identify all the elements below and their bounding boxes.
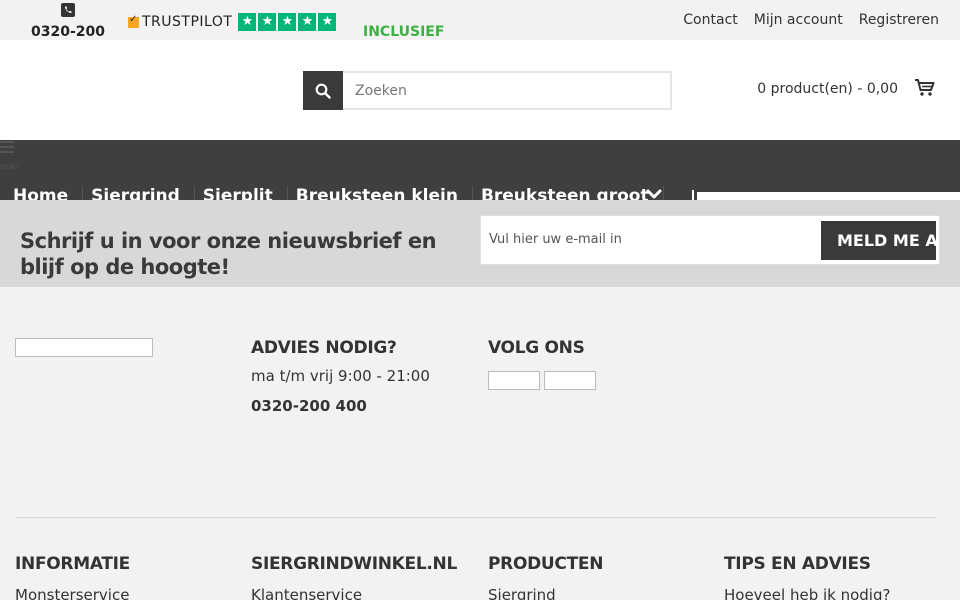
site-header: 0 product(en) - 0,00 (0, 40, 960, 140)
star-icon: ★ (318, 13, 337, 31)
newsletter-submit-button[interactable]: MELD ME AAN (821, 221, 936, 260)
social-link-1[interactable] (488, 371, 540, 390)
footer-col-title-informatie: INFORMATIE (15, 554, 130, 574)
menu-hamburger-icon[interactable] (0, 141, 18, 156)
menu-label: MENU (0, 164, 18, 171)
footer-col-title-tips: TIPS EN ADVIES (724, 554, 871, 574)
search-button[interactable] (303, 71, 343, 110)
footer-col-title-siergrindwinkel: SIERGRINDWINKEL.NL (251, 554, 458, 574)
social-link-2[interactable] (544, 371, 596, 390)
follow-title: VOLG ONS (488, 338, 585, 358)
my-account-link[interactable]: Mijn account (754, 12, 843, 28)
advice-title: ADVIES NODIG? (251, 338, 397, 358)
phone-icon (61, 3, 75, 17)
promo-text: INCLUSIEF (363, 24, 445, 40)
star-icon: ★ (278, 13, 297, 31)
top-bar: 0320-200 400 TRUSTPILOT ★ ★ ★ ★ ★ INCLUS… (0, 0, 960, 56)
rating-stars: ★ ★ ★ ★ ★ (238, 13, 338, 31)
star-icon: ★ (238, 13, 257, 31)
footer-link-hoeveel[interactable]: Hoeveel heb ik nodig? (724, 586, 890, 600)
search-icon (315, 83, 331, 99)
footer-divider (15, 517, 936, 518)
footer-link-siergrind[interactable]: Siergrind (488, 586, 556, 600)
newsletter-placeholder: Vul hier uw e-mail in (489, 232, 622, 247)
advice-phone[interactable]: 0320-200 400 (251, 397, 367, 415)
top-links: Contact Mijn account Registreren (683, 12, 939, 28)
cart-icon[interactable] (914, 78, 936, 98)
advice-hours: ma t/m vrij 9:00 - 21:00 (251, 367, 430, 385)
search-input[interactable] (343, 71, 672, 110)
newsletter-title: Schrijf u in voor onze nieuwsbrief en bl… (20, 229, 437, 279)
cart-summary[interactable]: 0 product(en) - 0,00 (757, 81, 898, 97)
footer-link-klantenservice[interactable]: Klantenservice (251, 586, 362, 600)
header-strip (697, 192, 960, 200)
footer-logo[interactable] (15, 338, 153, 357)
contact-link[interactable]: Contact (683, 12, 737, 28)
footer-col-title-producten: PRODUCTEN (488, 554, 604, 574)
trustpilot-logo-icon (128, 14, 139, 28)
trustpilot-label: TRUSTPILOT (142, 14, 233, 30)
star-icon: ★ (258, 13, 277, 31)
register-link[interactable]: Registreren (859, 12, 939, 28)
trustpilot-badge[interactable]: TRUSTPILOT ★ ★ ★ ★ ★ (128, 13, 338, 31)
star-icon: ★ (298, 13, 317, 31)
footer-link-monsterservice[interactable]: Monsterservice (15, 586, 129, 600)
